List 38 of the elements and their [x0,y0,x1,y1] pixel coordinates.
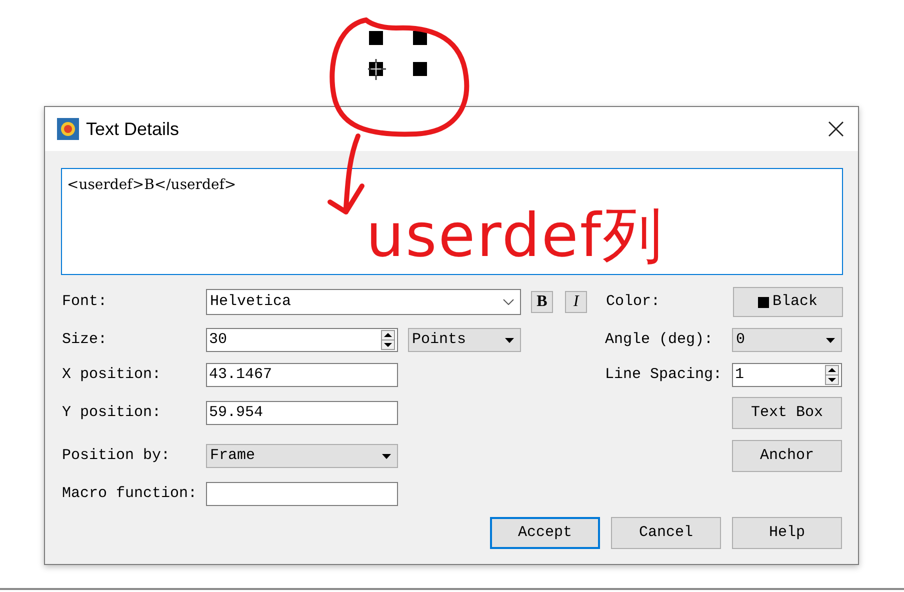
field-label: Y position: [62,402,162,423]
button[interactable]: I [565,291,587,313]
field-label: Font: [62,292,108,312]
app-icon [57,118,79,140]
field-label: Size: [62,330,108,350]
button[interactable]: Accept [490,517,600,549]
color-button[interactable]: Black [733,287,843,317]
spin-field[interactable]: 30 [206,328,398,352]
field-label: Position by: [62,446,172,466]
dropdown[interactable]: Points [408,328,521,352]
dropdown-arrow-icon [826,338,835,342]
font-dropdown[interactable]: Helvetica [206,289,521,315]
field-label: Macro function: [62,484,198,504]
color-swatch-icon [758,296,770,308]
button[interactable]: Anchor [732,440,842,472]
handwritten-annotation: userdef列 [366,200,664,273]
spin-field[interactable]: 1 [732,363,842,387]
field-label: Angle (deg): [605,330,714,350]
input-field[interactable]: 43.1467 [206,363,398,387]
button[interactable]: Help [732,517,842,549]
selection-handles-drawing [368,30,428,82]
spin-buttons-icon[interactable] [381,330,395,350]
dropdown[interactable]: 0 [732,328,842,352]
field-label: Color: [606,292,662,312]
dropdown[interactable]: Frame [206,444,398,468]
chevron-down-icon [503,299,514,305]
spin-buttons-icon[interactable] [825,365,839,385]
dropdown-arrow-icon [382,454,391,458]
window-title: Text Details [86,118,180,140]
input-field[interactable] [206,482,398,506]
close-icon[interactable] [828,121,844,137]
input-field[interactable]: 59.954 [206,401,398,425]
field-label: X position: [62,364,162,385]
dropdown-arrow-icon [505,338,514,342]
field-label: Line Spacing: [605,364,724,385]
button[interactable]: B [531,291,553,313]
button[interactable]: Cancel [611,517,721,549]
button[interactable]: Text Box [732,397,842,429]
